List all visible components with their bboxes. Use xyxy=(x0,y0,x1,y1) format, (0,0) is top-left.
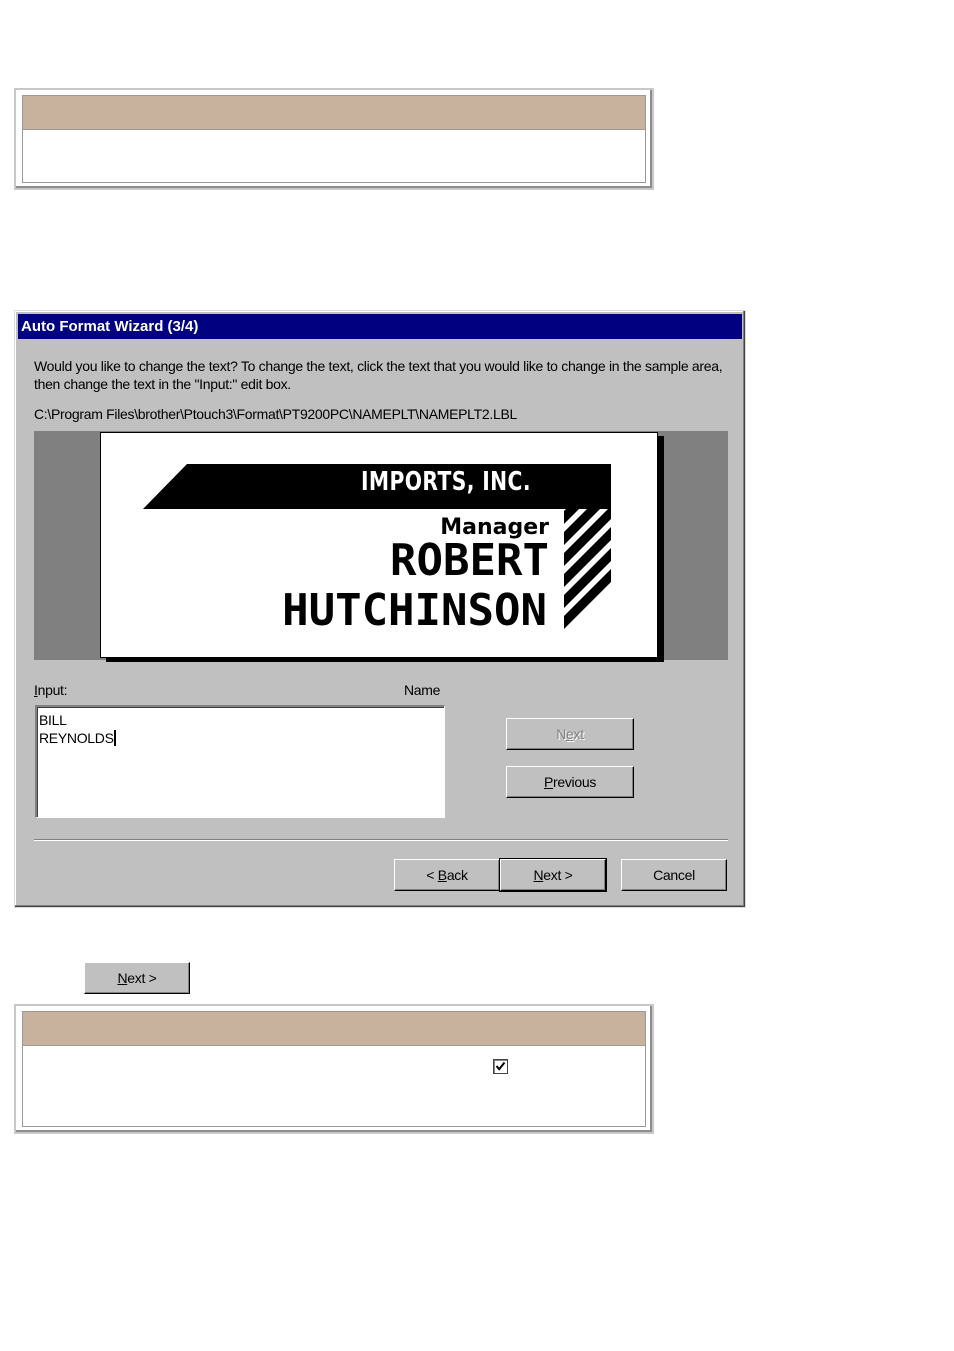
text-caret xyxy=(113,730,116,746)
label-last-name-text[interactable]: HUTCHINSON xyxy=(282,585,547,636)
dialog-title: Auto Format Wizard (3/4) xyxy=(18,314,742,339)
file-path-text: C:\Program Files\brother\Ptouch3\Format\… xyxy=(34,406,517,422)
back-button[interactable]: < Back xyxy=(394,859,500,891)
field-next-button[interactable]: Next xyxy=(506,718,634,750)
field-previous-button[interactable]: Previous xyxy=(506,766,634,798)
sample-label-preview[interactable]: IMPORTS, INC. Manager ROBERT HUTCHINSON xyxy=(100,432,658,658)
label-first-name-text[interactable]: ROBERT xyxy=(390,535,549,586)
input-text-box[interactable]: BILL REYNOLDS xyxy=(35,705,445,818)
top-note-inner xyxy=(22,95,646,183)
next-button[interactable]: Next > xyxy=(499,858,607,892)
dialog-separator xyxy=(34,839,728,841)
field-name-label: Name xyxy=(404,682,441,698)
checkmark-icon xyxy=(495,1061,506,1071)
top-note-box xyxy=(14,88,654,190)
checkbox[interactable] xyxy=(493,1059,508,1074)
input-label: Input: xyxy=(34,682,68,698)
cancel-button[interactable]: Cancel xyxy=(621,859,727,891)
next-button-standalone[interactable]: Next > xyxy=(84,962,190,994)
bottom-note-inner xyxy=(22,1011,646,1127)
bottom-note-header xyxy=(23,1012,645,1046)
label-company-text[interactable]: IMPORTS, INC. xyxy=(361,467,531,497)
sample-area: IMPORTS, INC. Manager ROBERT HUTCHINSON xyxy=(34,431,728,660)
top-note-header xyxy=(23,96,645,130)
auto-format-wizard-dialog: Auto Format Wizard (3/4) Would you like … xyxy=(14,310,746,908)
instructions-text: Would you like to change the text? To ch… xyxy=(34,358,723,392)
bottom-note-box xyxy=(14,1004,654,1134)
